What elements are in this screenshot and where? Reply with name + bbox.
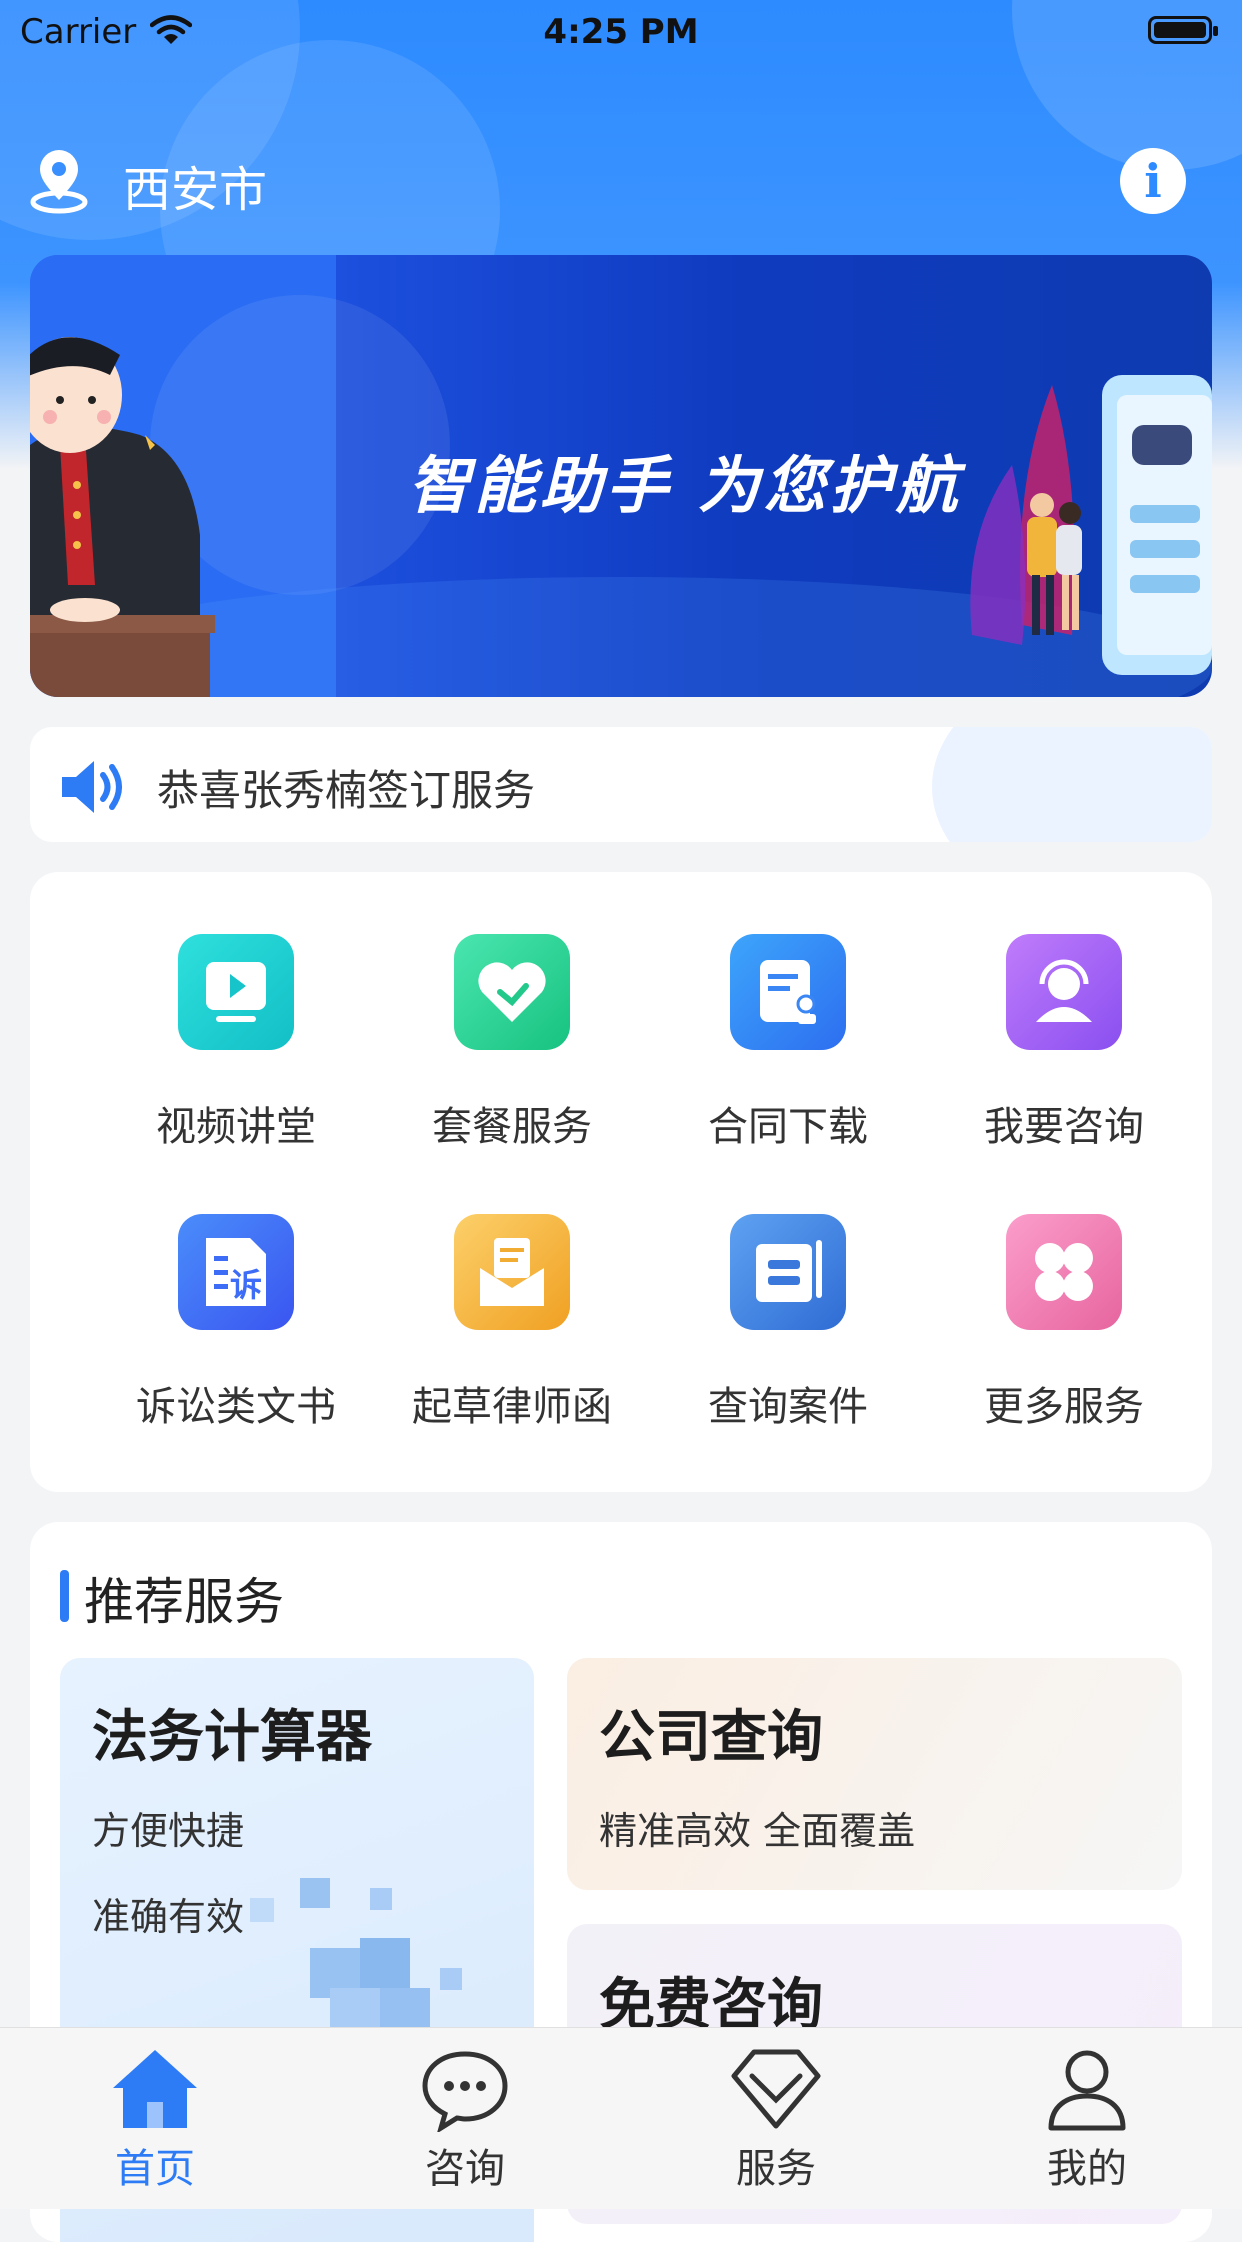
service-icon <box>731 2049 821 2129</box>
service-label: 更多服务 <box>984 1384 1144 1430</box>
service-label: 查询案件 <box>708 1384 868 1430</box>
location-pin-icon[interactable] <box>28 148 90 218</box>
section-title: 推荐服务 <box>60 1562 284 1634</box>
lawsuit-doc-icon: 诉 <box>178 1214 294 1330</box>
bottom-tab-bar: 首页 咨询 服务 我的 <box>0 2027 1242 2209</box>
service-item-more[interactable]: 更多服务 <box>926 1214 1202 1454</box>
service-label: 视频讲堂 <box>156 1104 316 1150</box>
tile-subtitle: 精准高效 全面覆盖 <box>599 1809 916 1853</box>
service-item-contract[interactable]: 合同下载 <box>650 934 926 1174</box>
service-item-video[interactable]: 视频讲堂 <box>98 934 374 1174</box>
notice-bar[interactable]: 恭喜张秀楠签订服务 <box>30 727 1212 842</box>
current-city[interactable]: 西安市 <box>123 150 267 220</box>
tab-label: 首页 <box>115 2146 195 2192</box>
info-icon[interactable]: i <box>1120 148 1186 214</box>
top-bar: 西安市 i <box>28 140 1214 220</box>
case-query-icon <box>730 1214 846 1330</box>
tile-company-query[interactable]: 公司查询 精准高效 全面覆盖 <box>567 1658 1182 1890</box>
service-item-lawsuit[interactable]: 诉 诉讼类文书 <box>98 1214 374 1454</box>
tab-label: 咨询 <box>425 2146 505 2192</box>
banner-slogan: 智能助手 为您护航 <box>408 449 962 522</box>
tab-service[interactable]: 服务 <box>676 2046 876 2194</box>
service-item-case-query[interactable]: 查询案件 <box>650 1214 926 1454</box>
battery-icon <box>1148 16 1218 44</box>
tab-consult[interactable]: 咨询 <box>365 2046 565 2194</box>
speaker-icon <box>58 757 128 821</box>
service-label: 套餐服务 <box>432 1104 592 1150</box>
svg-text:诉: 诉 <box>230 1266 262 1304</box>
phone-illustration <box>970 375 1212 675</box>
tab-label: 服务 <box>736 2146 816 2192</box>
video-play-icon <box>178 934 294 1050</box>
service-grid: 视频讲堂 套餐服务 合同下载 我要咨询 诉 诉讼类文书 起草律师函 查询案件 更… <box>30 872 1212 1492</box>
user-icon <box>1048 2050 1126 2131</box>
service-label: 我要咨询 <box>984 1104 1144 1150</box>
tab-mine[interactable]: 我的 <box>987 2046 1187 2194</box>
status-bar: Carrier 4:25 PM <box>0 0 1242 60</box>
service-label: 起草律师函 <box>412 1384 612 1430</box>
tab-home[interactable]: 首页 <box>55 2046 255 2194</box>
chat-icon <box>422 2051 508 2134</box>
tile-title: 公司查询 <box>599 1705 823 1770</box>
headset-user-icon <box>1006 934 1122 1050</box>
notice-text: 恭喜张秀楠签订服务 <box>157 766 536 815</box>
tile-subtitle: 方便快捷 <box>92 1809 245 1853</box>
service-label: 合同下载 <box>708 1104 868 1150</box>
tile-title: 法务计算器 <box>92 1705 372 1770</box>
promo-banner[interactable]: 智能助手 为您护航 <box>30 255 1212 697</box>
tile-subtitle: 准确有效 <box>92 1895 245 1939</box>
service-label: 诉讼类文书 <box>136 1384 336 1430</box>
service-item-package[interactable]: 套餐服务 <box>374 934 650 1174</box>
letter-icon <box>454 1214 570 1330</box>
tab-label: 我的 <box>1047 2146 1127 2192</box>
contract-icon <box>730 934 846 1050</box>
heart-icon <box>454 934 570 1050</box>
status-time: 4:25 PM <box>543 12 699 52</box>
lawyer-illustration <box>30 337 215 697</box>
home-icon <box>113 2050 197 2128</box>
service-item-letter[interactable]: 起草律师函 <box>374 1214 650 1454</box>
service-item-consult[interactable]: 我要咨询 <box>926 934 1202 1174</box>
more-grid-icon <box>1006 1214 1122 1330</box>
